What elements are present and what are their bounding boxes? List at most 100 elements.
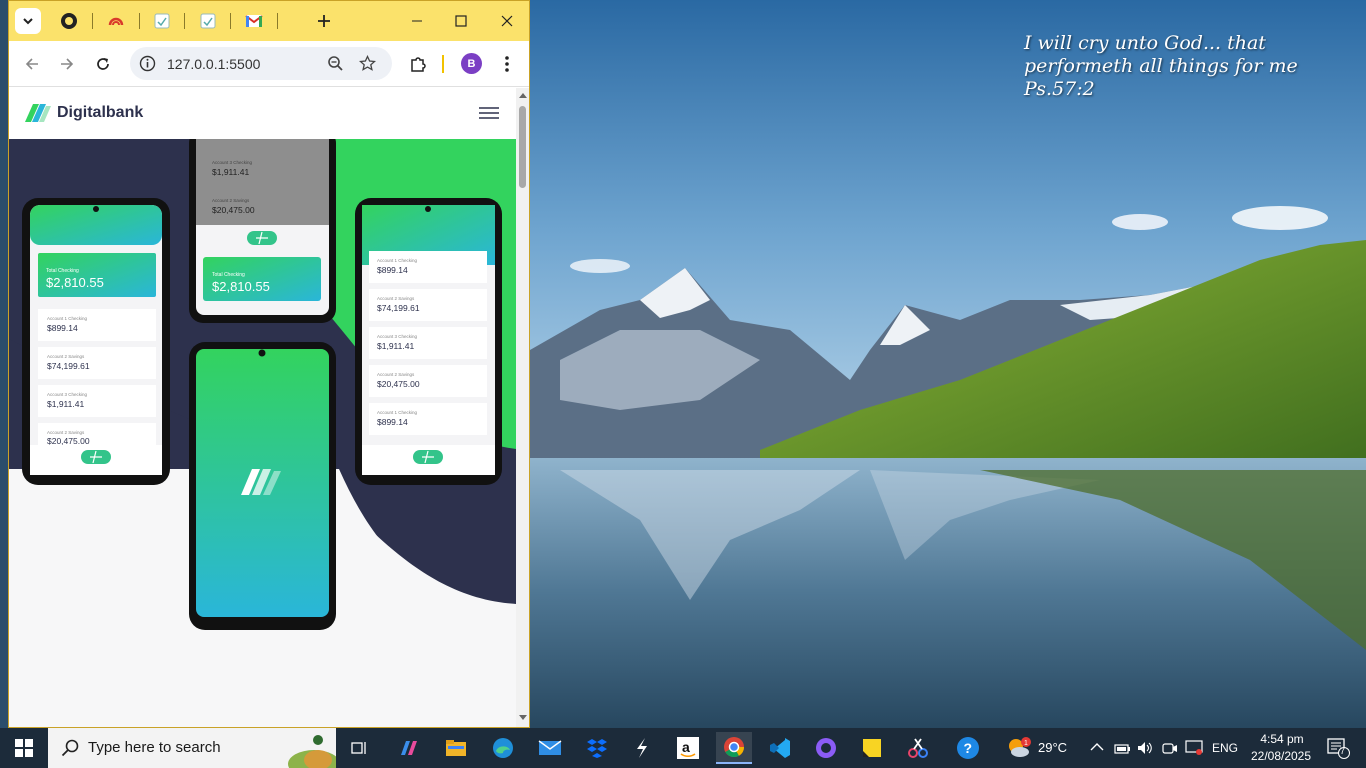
speedtest-icon: [108, 17, 124, 26]
task-view-icon: [351, 742, 366, 754]
edge-button[interactable]: [485, 732, 521, 764]
hero-mockups: Total Checking $2,810.55 Account 1 Check…: [9, 139, 516, 727]
reload-button[interactable]: [90, 51, 116, 77]
input-language[interactable]: ENG: [1212, 741, 1238, 755]
copilot-icon: [401, 741, 417, 755]
weather-temperature[interactable]: 29°C: [1038, 740, 1067, 755]
close-button[interactable]: [492, 7, 522, 35]
site-info-icon[interactable]: [139, 55, 156, 72]
tab-gmail[interactable]: [241, 8, 267, 34]
file-explorer-button[interactable]: [438, 732, 474, 764]
tab-speedtest[interactable]: [103, 8, 129, 34]
tab-separator: [139, 13, 140, 29]
phone-mockup-splash: [189, 342, 336, 630]
chrome-button[interactable]: [716, 732, 752, 764]
account-value: $20,475.00: [212, 205, 255, 215]
tab-strip: [9, 1, 529, 41]
weather-sun-cloud-icon: 1: [1009, 737, 1031, 757]
copilot-button[interactable]: [391, 732, 427, 764]
file-explorer-icon: [446, 740, 466, 756]
meet-now-icon[interactable]: [1162, 741, 1178, 757]
search-icon: [61, 739, 79, 757]
minimize-icon: [412, 20, 422, 22]
github-desktop-icon: [816, 738, 836, 758]
notification-display-icon[interactable]: [1185, 740, 1203, 756]
address-bar[interactable]: 127.0.0.1:5500: [130, 47, 392, 80]
scroll-thumb[interactable]: [519, 106, 526, 188]
page-icon: [200, 13, 216, 29]
menu-button[interactable]: [494, 51, 520, 77]
help-button[interactable]: ?: [950, 732, 986, 764]
scroll-up-icon[interactable]: [519, 92, 527, 98]
account-value: $899.14: [377, 265, 408, 275]
puzzle-icon: [411, 57, 426, 72]
search-highlight-icon: [288, 735, 336, 768]
account-label: Account 1 Checking: [47, 316, 88, 321]
edge-icon: [493, 738, 513, 758]
hamburger-menu-icon[interactable]: [479, 107, 499, 119]
chevron-up-icon[interactable]: [1090, 742, 1104, 752]
vscode-button[interactable]: [762, 732, 798, 764]
account-value: $899.14: [47, 323, 78, 333]
phone-mockup-total: Account 3 Checking $1,911.41 Account 2 S…: [189, 139, 336, 323]
brand-name[interactable]: Digitalbank: [57, 104, 143, 122]
page-viewport: Digitalbank Total Checking $2,810.55 Acc…: [9, 88, 516, 727]
account-label: Account 2 Savings: [212, 198, 250, 203]
profile-avatar[interactable]: B: [461, 53, 482, 74]
sticky-notes-icon: [863, 739, 881, 757]
weather-widget[interactable]: 1: [1000, 732, 1036, 764]
account-label: Account 3 Checking: [212, 160, 253, 165]
clock-date[interactable]: 22/08/2025: [1245, 749, 1317, 763]
back-button[interactable]: [19, 51, 45, 77]
amazon-button[interactable]: a: [670, 732, 706, 764]
battery-network-icon[interactable]: [1114, 741, 1132, 755]
page-scrollbar[interactable]: [516, 88, 529, 727]
minimize-button[interactable]: [402, 7, 432, 35]
clock-time[interactable]: 4:54 pm: [1252, 732, 1312, 746]
maximize-button[interactable]: [446, 7, 476, 35]
taskbar-search[interactable]: Type here to search: [48, 728, 336, 768]
scroll-down-icon[interactable]: [519, 715, 527, 721]
account-value: $74,199.61: [47, 361, 90, 371]
snipping-tool-icon: [908, 738, 928, 758]
app-icon: [637, 738, 647, 758]
extensions-button[interactable]: [405, 51, 431, 77]
tab-search-button[interactable]: [15, 8, 41, 34]
sticky-notes-button[interactable]: [854, 732, 890, 764]
plus-icon: [318, 15, 330, 27]
new-tab-button[interactable]: [311, 8, 337, 34]
chevron-down-icon: [23, 18, 33, 25]
bookmark-star-icon[interactable]: [359, 55, 376, 72]
maximize-icon: [455, 15, 467, 27]
mail-button[interactable]: [532, 732, 568, 764]
start-button[interactable]: [6, 732, 42, 764]
page-icon: [154, 13, 170, 29]
forward-button[interactable]: [54, 51, 80, 77]
tab-page-1[interactable]: [149, 8, 175, 34]
tab-github[interactable]: [56, 8, 82, 34]
volume-icon[interactable]: [1137, 741, 1155, 755]
svg-text:1: 1: [1024, 740, 1028, 747]
close-icon: [501, 15, 513, 27]
account-label: Account 2 Savings: [47, 354, 85, 359]
account-label: Account 2 Savings: [377, 296, 415, 301]
arrow-right-icon: [61, 58, 74, 70]
url-text[interactable]: 127.0.0.1:5500: [167, 56, 260, 72]
tab-separator: [92, 13, 93, 29]
tab-separator: [277, 13, 278, 29]
digitalbank-logo-icon[interactable]: [25, 104, 51, 122]
app-button[interactable]: [624, 732, 660, 764]
action-center-button[interactable]: 7: [1318, 732, 1358, 764]
wallpaper-quote: I will cry unto God... that performeth a…: [1024, 32, 1298, 100]
zoom-icon[interactable]: [327, 55, 344, 72]
snipping-tool-button[interactable]: [900, 732, 936, 764]
tab-page-2[interactable]: [195, 8, 221, 34]
account-value: $1,911.41: [47, 399, 84, 409]
reload-icon: [97, 58, 109, 70]
search-placeholder[interactable]: Type here to search: [88, 739, 221, 756]
dropbox-button[interactable]: [579, 732, 615, 764]
notification-icon: [1327, 738, 1350, 759]
github-desktop-button[interactable]: [808, 732, 844, 764]
chrome-icon: [724, 737, 745, 758]
task-view-button[interactable]: [342, 732, 378, 764]
